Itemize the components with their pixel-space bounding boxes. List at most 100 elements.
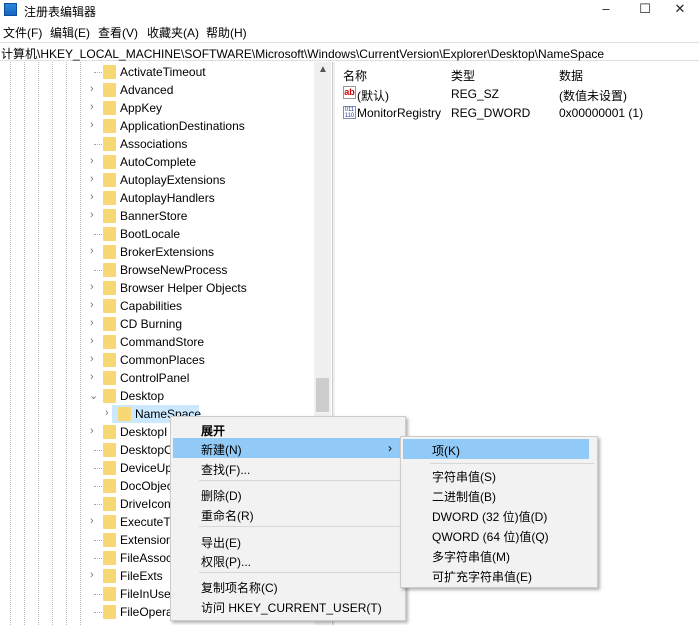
chevron-right-icon[interactable]: › — [90, 371, 94, 383]
submenu-item-key[interactable]: 项(K) — [403, 439, 589, 459]
tree-item-label: FileAssoci — [120, 551, 175, 565]
menu-edit[interactable]: 编辑(E) — [50, 24, 90, 41]
folder-icon — [103, 299, 116, 313]
tree-item[interactable]: › ControlPanel — [0, 369, 314, 387]
tree-item[interactable]: ActivateTimeout — [0, 63, 314, 81]
menu-item-goto-hkcu[interactable]: 访问 HKEY_CURRENT_USER(T) — [173, 596, 403, 616]
chevron-right-icon[interactable]: › — [90, 335, 94, 347]
menu-item-rename[interactable]: 重命名(R) — [173, 504, 403, 524]
submenu-item-expandable-string[interactable]: 可扩充字符串值(E) — [403, 565, 595, 585]
chevron-right-icon[interactable]: › — [105, 407, 109, 419]
chevron-right-icon[interactable]: › — [90, 245, 94, 257]
chevron-right-icon[interactable]: › — [90, 83, 94, 95]
chevron-right-icon[interactable]: › — [90, 569, 94, 581]
tree-item[interactable]: › Capabilities — [0, 297, 314, 315]
tree-item-label: BootLocale — [120, 227, 181, 241]
string-value-icon: ab — [343, 86, 356, 99]
menu-help[interactable]: 帮助(H) — [206, 24, 247, 41]
chevron-right-icon[interactable]: › — [90, 209, 94, 221]
menu-item-label: 二进制值(B) — [432, 490, 496, 504]
menu-item-delete[interactable]: 删除(D) — [173, 484, 403, 504]
tree-item[interactable]: Associations — [0, 135, 314, 153]
menu-item-label: 删除(D) — [201, 489, 242, 503]
chevron-right-icon[interactable]: › — [90, 155, 94, 167]
folder-icon — [103, 65, 116, 79]
chevron-right-icon[interactable]: › — [90, 173, 94, 185]
menu-item-find[interactable]: 查找(F)... — [173, 458, 403, 478]
tree-item-label: ControlPanel — [120, 371, 190, 385]
chevron-right-icon[interactable]: › — [90, 317, 94, 329]
menu-item-expand[interactable]: 展开 — [173, 419, 403, 439]
chevron-right-icon[interactable]: › — [90, 281, 94, 293]
tree-item[interactable]: › BannerStore — [0, 207, 314, 225]
menu-item-permissions[interactable]: 权限(P)... — [173, 550, 403, 570]
tree-item-label: AutoplayHandlers — [120, 191, 215, 205]
tree-item-label: DocObjec — [120, 479, 173, 493]
address-bar[interactable]: 计算机\HKEY_LOCAL_MACHINE\SOFTWARE\Microsof… — [0, 42, 699, 61]
folder-icon — [103, 227, 116, 241]
tree-item[interactable]: › AppKey — [0, 99, 314, 117]
chevron-right-icon[interactable]: › — [90, 353, 94, 365]
chevron-right-icon[interactable]: › — [90, 299, 94, 311]
value-type: REG_SZ — [451, 87, 500, 101]
menu-view[interactable]: 查看(V) — [98, 24, 138, 41]
menu-item-label: 重命名(R) — [201, 509, 254, 523]
submenu-item-multi-string[interactable]: 多字符串值(M) — [403, 545, 595, 565]
column-type[interactable]: 类型 — [451, 67, 475, 84]
chevron-down-icon[interactable]: ⌄ — [89, 389, 98, 402]
folder-icon — [103, 461, 116, 475]
value-data: 0x00000001 (1) — [559, 106, 644, 120]
tree-connector — [94, 504, 102, 505]
tree-item-label: BrokerExtensions — [120, 245, 215, 259]
tree-item[interactable]: › AutoComplete — [0, 153, 314, 171]
chevron-right-icon[interactable]: › — [90, 101, 94, 113]
menu-separator — [199, 526, 403, 527]
tree-item[interactable]: › CommonPlaces — [0, 351, 314, 369]
menu-file[interactable]: 文件(F) — [3, 24, 42, 41]
tree-item[interactable]: › ApplicationDestinations — [0, 117, 314, 135]
menu-item-label: 权限(P)... — [201, 555, 251, 569]
tree-item-label: Advanced — [120, 83, 174, 97]
submenu-item-string[interactable]: 字符串值(S) — [403, 465, 595, 485]
folder-icon — [103, 389, 116, 403]
scrollbar-thumb[interactable] — [316, 378, 329, 412]
menu-item-new[interactable]: 新建(N) › — [173, 438, 403, 458]
menu-separator — [199, 480, 403, 481]
tree-item[interactable]: › Browser Helper Objects — [0, 279, 314, 297]
column-name[interactable]: 名称 — [343, 67, 367, 84]
tree-connector — [94, 558, 102, 559]
folder-icon — [103, 479, 116, 493]
tree-connector — [94, 468, 102, 469]
chevron-right-icon[interactable]: › — [90, 119, 94, 131]
tree-item[interactable]: › AutoplayHandlers — [0, 189, 314, 207]
menu-item-label: 导出(E) — [201, 536, 241, 550]
folder-icon — [103, 83, 116, 97]
scroll-up-icon[interactable]: ▲ — [318, 64, 328, 75]
tree-item[interactable]: › AutoplayExtensions — [0, 171, 314, 189]
tree-connector — [94, 486, 102, 487]
column-data[interactable]: 数据 — [559, 67, 583, 84]
folder-icon — [103, 515, 116, 529]
chevron-right-icon[interactable]: › — [90, 425, 94, 437]
folder-icon — [103, 569, 116, 583]
menu-item-export[interactable]: 导出(E) — [173, 531, 403, 551]
folder-icon — [103, 281, 116, 295]
chevron-right-icon[interactable]: › — [90, 515, 94, 527]
tree-item[interactable]: › CD Burning — [0, 315, 314, 333]
menu-favorites[interactable]: 收藏夹(A) — [147, 24, 199, 41]
close-button[interactable]: ✕ — [661, 0, 699, 20]
tree-item[interactable]: BootLocale — [0, 225, 314, 243]
tree-item[interactable]: › BrokerExtensions — [0, 243, 314, 261]
tree-item[interactable]: ⌄ Desktop — [0, 387, 314, 405]
submenu-item-dword[interactable]: DWORD (32 位)值(D) — [403, 505, 595, 525]
menu-item-copy-key-name[interactable]: 复制项名称(C) — [173, 576, 403, 596]
submenu-item-binary[interactable]: 二进制值(B) — [403, 485, 595, 505]
chevron-right-icon[interactable]: › — [90, 191, 94, 203]
tree-item-label: FileOpera — [120, 605, 173, 619]
tree-item[interactable]: › Advanced — [0, 81, 314, 99]
menu-item-label: 新建(N) — [201, 443, 242, 457]
tree-item[interactable]: BrowseNewProcess — [0, 261, 314, 279]
tree-item[interactable]: › CommandStore — [0, 333, 314, 351]
folder-icon — [103, 137, 116, 151]
submenu-item-qword[interactable]: QWORD (64 位)值(Q) — [403, 525, 595, 545]
